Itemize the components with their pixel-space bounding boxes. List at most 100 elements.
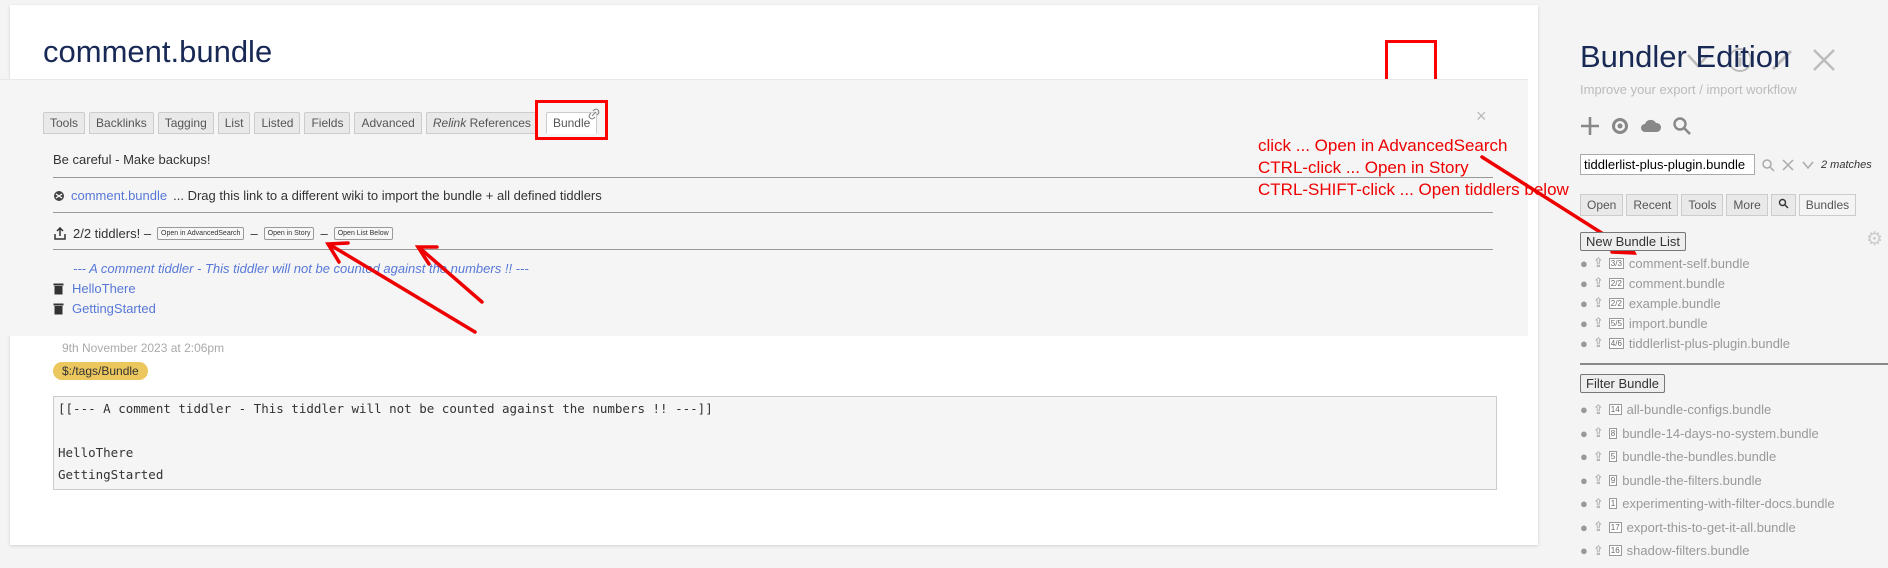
page-controls [1580,116,1692,136]
export-icon[interactable]: ⇪ [1593,472,1604,488]
tab-bundles[interactable]: Bundles [1798,194,1857,216]
tab-open[interactable]: Open [1580,194,1624,216]
bundle-link[interactable]: bundle-14-days-no-system.bundle [1622,426,1819,441]
export-icon[interactable]: ⇪ [1593,275,1604,291]
search-icon[interactable] [1672,116,1692,136]
tab-tagging[interactable]: Tagging [157,112,214,134]
bundle-link[interactable]: tiddlerlist-plus-plugin.bundle [1629,336,1790,351]
tab-listed[interactable]: Listed [254,112,301,134]
divider [1580,363,1888,365]
tiddler-date: 9th November 2023 at 2:06pm [62,341,225,355]
list-item: ● ⇪ 5/5 import.bundle [1580,313,1790,333]
comment-tiddler-link[interactable]: --- A comment tiddler - This tiddler wil… [73,261,529,276]
tab-advanced[interactable]: Advanced [354,112,422,134]
export-icon[interactable]: ⇪ [1593,519,1604,535]
bundle-link[interactable]: example.bundle [1629,296,1721,311]
annotation-line: click ... Open in AdvancedSearch [1258,136,1508,155]
tab-backlinks[interactable]: Backlinks [89,112,154,134]
info-button-highlight [1385,40,1437,83]
bundle-link[interactable]: import.bundle [1629,316,1708,331]
bundle-link[interactable]: comment.bundle [71,188,167,203]
panel-close-icon[interactable]: × [1476,106,1487,127]
tiddler-link-hellothere[interactable]: HelloThere [72,281,136,296]
chevron-down-icon[interactable] [1801,158,1815,172]
bundle-icon [54,190,64,201]
export-icon[interactable]: ⇪ [1593,315,1604,331]
bundle-count: 1 [1608,498,1618,510]
code-line: GettingStarted [58,467,164,482]
tab-search[interactable] [1770,194,1796,216]
tab-relink-references[interactable]: Relink References [425,112,538,134]
export-icon[interactable]: ⇪ [1593,402,1604,418]
dash: – [320,226,328,241]
site-title: Bundler Edition [1580,39,1791,74]
bundle-icon: ● [1580,543,1588,559]
list-item: ● ⇪ 4/6 tiddlerlist-plus-plugin.bundle [1580,333,1790,353]
annotation-line: CTRL-click ... Open in Story [1258,158,1469,177]
tab-recent[interactable]: Recent [1626,194,1679,216]
bundle-count: 2/2 [1608,277,1624,289]
export-icon[interactable]: ⇪ [1593,449,1604,465]
bundle-icon: ● [1580,425,1588,441]
export-icon[interactable]: ⇪ [1593,425,1604,441]
bundle-drag-line: comment.bundle ... Drag this link to a d… [53,188,602,203]
sidebar-tabs: Open Recent Tools More Bundles [1580,194,1857,216]
open-in-advanced-search-button[interactable]: Open in AdvancedSearch [157,227,245,240]
close-icon[interactable] [1810,46,1838,74]
backup-note: Be careful - Make backups! [53,152,211,167]
tab-tools[interactable]: Tools [1681,194,1724,216]
gear-icon[interactable]: ⚙ [1866,228,1883,251]
gear-icon[interactable] [1610,116,1630,136]
list-item: ● ⇪ 1 experimenting-with-filter-docs.bundle [1580,492,1835,516]
info-tabs: Tools Backlinks Tagging List Listed Fiel… [43,112,598,134]
search-icon[interactable] [1761,158,1775,172]
list-item: ● ⇪ 2/2 example.bundle [1580,293,1790,313]
export-icon[interactable]: ⇪ [1593,295,1604,311]
code-line: [[--- A comment tiddler - This tiddler w… [58,401,713,416]
trash-icon[interactable] [53,282,64,295]
tab-fields[interactable]: Fields [304,112,351,134]
filter-bundle-button[interactable]: Filter Bundle [1580,374,1665,393]
bundle-link[interactable]: export-this-to-get-it-all.bundle [1627,520,1796,535]
cloud-icon[interactable] [1640,116,1662,136]
list-item: ● ⇪ 2/2 comment.bundle [1580,273,1790,293]
bundle-link[interactable]: all-bundle-configs.bundle [1627,402,1772,417]
site-subtitle: Improve your export / import workflow [1580,82,1797,97]
bundle-count: 17 [1608,521,1622,533]
annotation-text: click ... Open in AdvancedSearch CTRL-cl… [1258,135,1569,201]
export-icon[interactable]: ⇪ [1593,543,1604,559]
bundle-link[interactable]: bundle-the-filters.bundle [1622,473,1761,488]
bundle-link[interactable]: shadow-filters.bundle [1627,543,1750,558]
close-icon[interactable] [1781,158,1795,172]
new-tiddler-icon[interactable] [1580,116,1600,136]
bundle-count: 8 [1608,427,1618,439]
link-icon [588,108,600,120]
open-list-below-button[interactable]: Open List Below [333,227,393,240]
bundle-count: 16 [1608,545,1622,557]
trash-icon[interactable] [53,302,64,315]
export-icon[interactable]: ⇪ [1593,255,1604,271]
tiddler-link-gettingstarted[interactable]: GettingStarted [72,301,156,316]
tab-more[interactable]: More [1726,194,1768,216]
bundle-link[interactable]: experimenting-with-filter-docs.bundle [1622,496,1834,511]
bundle-list: ● ⇪ 3/3 comment-self.bundle ● ⇪ 2/2 comment.bu… [1580,253,1790,353]
bundle-link[interactable]: bundle-the-bundles.bundle [1622,449,1776,464]
bundle-count: 14 [1608,404,1622,416]
export-icon[interactable]: ⇪ [1593,335,1604,351]
divider [53,249,1493,250]
search-input[interactable] [1580,154,1755,175]
bundle-count: 4/6 [1608,337,1624,349]
tab-tools[interactable]: Tools [43,112,86,134]
export-icon[interactable]: ⇪ [1593,496,1604,512]
open-in-story-button[interactable]: Open in Story [263,227,315,240]
bundle-count: 2/2 [1608,297,1624,309]
bundle-icon: ● [1580,315,1588,331]
bundle-link[interactable]: comment-self.bundle [1629,256,1750,271]
tag-pill[interactable]: $:/tags/Bundle [53,362,148,380]
export-icon [54,226,66,240]
tab-list[interactable]: List [217,112,251,134]
bundle-link[interactable]: comment.bundle [1629,276,1725,291]
bundle-icon: ● [1580,402,1588,418]
list-item: ● ⇪ 16 shadow-filters.bundle [1580,539,1835,563]
new-bundle-list-button[interactable]: New Bundle List [1580,232,1686,251]
